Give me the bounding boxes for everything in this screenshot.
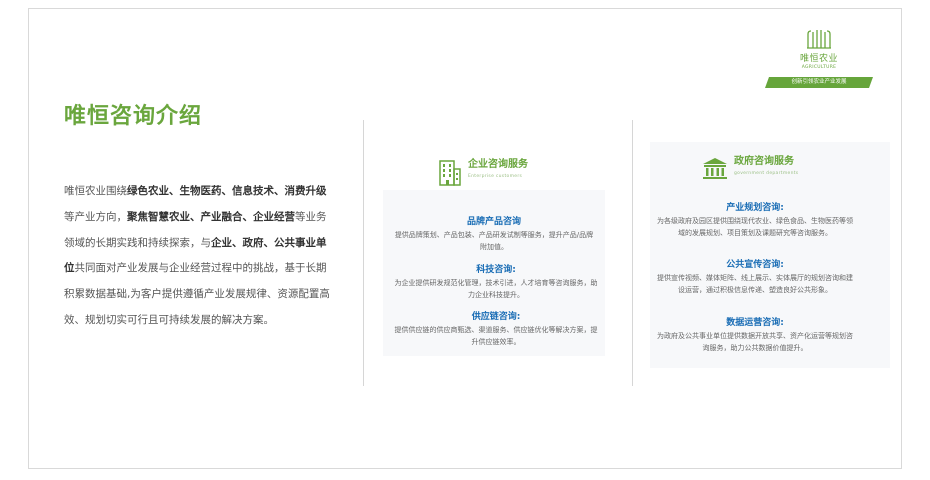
enterprise-panel-subtitle: Enterprise customers <box>468 174 523 179</box>
government-building-icon <box>702 156 728 184</box>
section-title: 数据运营咨询: <box>726 318 784 328</box>
intro-paragraph: 唯恒农业围绕绿色农业、生物医药、信息技术、消费升级等产业方向，聚焦智慧农业、产业… <box>64 179 334 334</box>
government-panel-header: 政府咨询服务 government departments <box>702 156 798 184</box>
column-divider-left <box>363 120 364 386</box>
page-title: 唯恒咨询介绍 <box>64 104 203 129</box>
section-body: 为政府及公共事业单位提供数据开放共享、资产化运营等规划咨询服务，助力公共数据价值… <box>657 332 853 352</box>
enterprise-section-supply-chain: 供应链咨询: 提供供应链的供应商甄选、渠道服务、供应链优化等解决方案，提升供应链… <box>393 311 599 348</box>
section-title: 品牌产品咨询 <box>466 217 521 227</box>
logo-name-cn: 唯恒农业 <box>799 54 838 64</box>
enterprise-section-tech: 科技咨询: 为企业提供研发规范化管理，技术引进，人才培育等咨询服务，助力企业科技… <box>393 264 599 301</box>
section-body: 为各级政府及园区提供围绕现代农业、绿色食品、生物医药等领域的发展规划、项目策划及… <box>657 217 853 237</box>
government-section-data-operation: 数据运营咨询: 为政府及公共事业单位提供数据开放共享、资产化运营等规划咨询服务，… <box>657 317 853 354</box>
government-panel-subtitle: government departments <box>734 171 799 176</box>
logo-slogan: 创新引领农业产业发展 <box>765 77 873 88</box>
government-panel-title: 政府咨询服务 <box>734 156 794 167</box>
section-title: 公共宣传咨询: <box>726 260 784 270</box>
enterprise-section-brand: 品牌产品咨询 提供品牌策划、产品包装、产品研发试制等服务，提升产品/品牌附加值。 <box>393 216 595 253</box>
section-body: 提供供应链的供应商甄选、渠道服务、供应链优化等解决方案，提升供应链效率。 <box>394 326 598 346</box>
logo-name-en: AGRICULTURE <box>801 65 837 70</box>
column-divider-right <box>632 120 633 386</box>
enterprise-panel-title: 企业咨询服务 <box>468 159 528 170</box>
section-title: 科技咨询: <box>476 265 516 275</box>
section-title: 产业规划咨询: <box>726 203 784 213</box>
intro-text: 等产业方向， <box>64 210 127 223</box>
intro-highlight: 聚焦智慧农业、产业融合、企业经营 <box>127 210 295 223</box>
section-body: 提供宣传视频、媒体矩阵、线上展示、实体展厅的规划咨询和建设运营，通过积极信息传递… <box>657 274 853 294</box>
intro-text: 共同面对产业发展与企业经营过程中的挑战，基于长期积累数据基础,为客户提供遵循产业… <box>64 262 330 326</box>
government-section-publicity: 公共宣传咨询: 提供宣传视频、媒体矩阵、线上展示、实体展厅的规划咨询和建设运营，… <box>657 259 853 296</box>
section-title: 供应链咨询: <box>471 312 521 322</box>
logo-wheat-icon <box>807 30 831 49</box>
building-icon <box>438 159 462 191</box>
enterprise-panel-header: 企业咨询服务 Enterprise customers <box>438 159 528 191</box>
intro-highlight: 绿色农业、生物医药、信息技术、消费升级 <box>127 185 327 197</box>
logo: 唯恒农业 AGRICULTURE <box>794 28 844 70</box>
intro-text: 唯恒农业围绕 <box>64 185 127 197</box>
section-body: 提供品牌策划、产品包装、产品研发试制等服务，提升产品/品牌附加值。 <box>394 231 594 251</box>
section-body: 为企业提供研发规范化管理，技术引进，人才培育等咨询服务，助力企业科技提升。 <box>394 279 598 299</box>
government-section-industry-planning: 产业规划咨询: 为各级政府及园区提供围绕现代农业、绿色食品、生物医药等领域的发展… <box>657 202 853 239</box>
